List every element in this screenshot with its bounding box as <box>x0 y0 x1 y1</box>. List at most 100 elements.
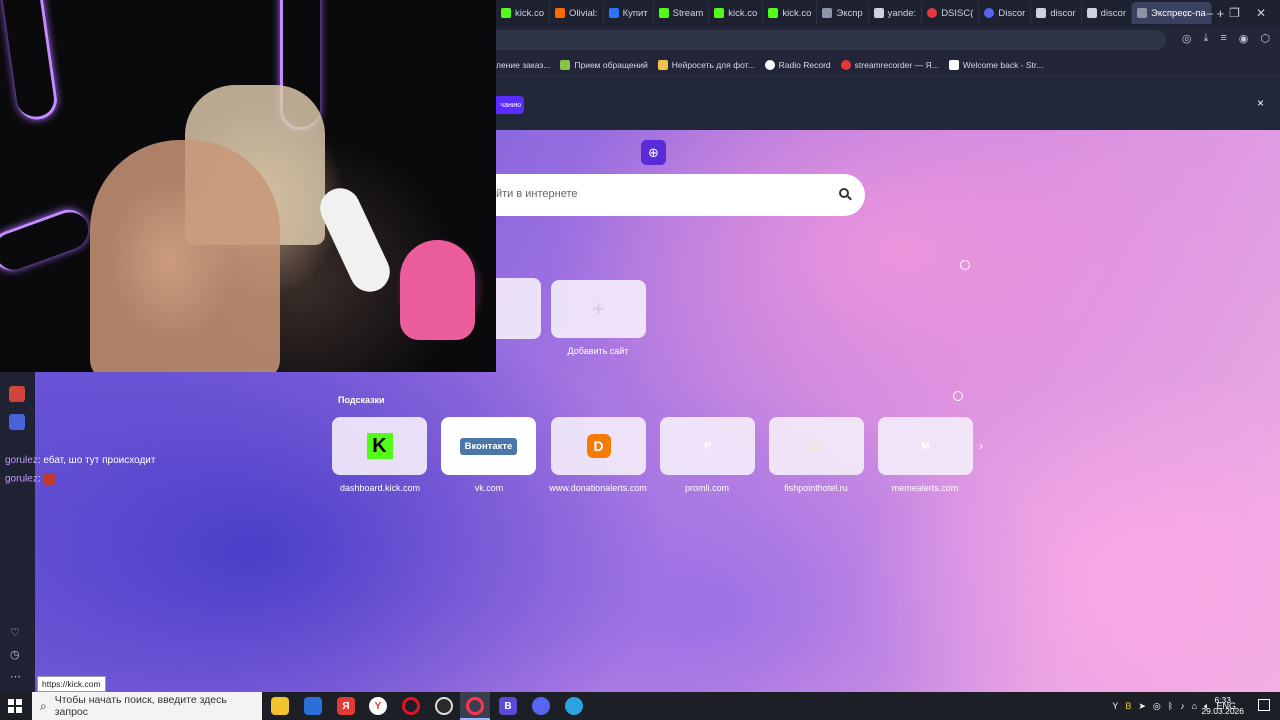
notice-close-button[interactable]: × <box>1257 96 1264 110</box>
bookmark[interactable]: ление заказ... <box>496 60 550 70</box>
taskbar-search[interactable]: ⌕ Чтобы начать поиск, введите здесь запр… <box>32 692 262 720</box>
extension-icon[interactable]: ⬡ <box>1260 32 1270 45</box>
clock-time: 6:33 <box>1214 695 1231 705</box>
opera-gx-icon[interactable] <box>466 697 484 715</box>
side-panel: ♡ ◷ ⋯ <box>0 372 35 692</box>
document-icon <box>1086 8 1097 18</box>
more-icon[interactable]: ⋯ <box>10 670 21 683</box>
chat-message: gorulez: <box>5 473 56 485</box>
suggestion-label: dashboard.kick.com <box>339 483 421 493</box>
tab[interactable]: Экспр <box>817 2 869 24</box>
notice-action-button[interactable]: чанию <box>496 96 524 114</box>
file-explorer-icon[interactable] <box>271 697 289 715</box>
memealerts-logo: M <box>921 440 930 452</box>
suggestion-tile[interactable]: P <box>660 417 755 475</box>
suggestion-tile[interactable]: K <box>332 417 427 475</box>
kick-logo: K <box>366 433 393 459</box>
suggestion-tile[interactable]: ◌ <box>769 417 864 475</box>
tab[interactable]: Stream <box>654 2 710 24</box>
neon-light <box>0 204 94 276</box>
radio-icon <box>764 59 775 70</box>
store-icon[interactable] <box>304 697 322 715</box>
suggestion-tile[interactable]: M <box>878 417 973 475</box>
opera-icon[interactable] <box>402 697 420 715</box>
bookmark[interactable]: Нейросеть для фот... <box>657 59 755 70</box>
tab[interactable]: kick.co <box>709 2 764 24</box>
smile-icon[interactable] <box>960 260 970 270</box>
document-icon <box>948 59 959 70</box>
suggestion-label: memealerts.com <box>891 483 959 493</box>
network-icon[interactable]: ⌂ <box>1192 701 1197 711</box>
chat-username: gorulez <box>5 473 38 485</box>
fishpoint-logo: ◌ <box>811 435 822 456</box>
search-icon: ⌕ <box>40 698 47 713</box>
address-field[interactable] <box>496 30 1166 50</box>
tab[interactable]: yande: <box>869 2 923 24</box>
notifications-icon[interactable] <box>1258 699 1270 711</box>
globe-icon[interactable]: ⊕ <box>641 140 666 165</box>
kick-app-icon[interactable] <box>9 386 25 402</box>
donationalerts-logo: D <box>586 434 611 458</box>
search-icon[interactable]: ⌕ <box>1184 6 1191 21</box>
tab[interactable]: Купит <box>604 2 654 24</box>
close-icon[interactable]: ✕ <box>1256 6 1266 20</box>
camera-icon[interactable]: ◎ <box>1182 32 1192 45</box>
plush-toy <box>400 240 475 340</box>
add-site-tile[interactable]: + <box>551 280 646 338</box>
audio-icon[interactable]: ♪ <box>1180 701 1185 711</box>
minimize-icon[interactable]: – <box>1206 6 1213 20</box>
window-controls: ⌕ – ❐ ✕ <box>1184 0 1280 26</box>
chevron-right-icon[interactable]: › <box>979 439 983 453</box>
heart-icon[interactable]: ♡ <box>10 626 20 639</box>
clock-date: 29.03.2026 <box>1201 706 1244 716</box>
discord-app-icon[interactable] <box>9 414 25 430</box>
bookmark[interactable]: Прием обращений <box>560 59 648 70</box>
tab[interactable]: DSISC( <box>922 2 980 24</box>
suggestion-tile[interactable]: D <box>551 417 646 475</box>
yandex-icon[interactable]: Я <box>337 697 355 715</box>
telegram-icon[interactable] <box>565 697 583 715</box>
tab[interactable]: Discor <box>979 2 1032 24</box>
suggestion-tile[interactable]: Вконтакте <box>441 417 536 475</box>
maximize-icon[interactable]: ❐ <box>1229 6 1240 20</box>
steam-icon[interactable]: ◎ <box>1153 701 1161 712</box>
smile-icon[interactable] <box>953 391 963 401</box>
chat-message: gorulez: ебат, шо тут происходит <box>5 455 155 466</box>
tab[interactable]: discor <box>1082 2 1132 24</box>
tab[interactable]: kick.co <box>496 2 551 24</box>
vk-tray-icon[interactable]: B <box>1125 701 1131 711</box>
status-url-tooltip: https://kick.com <box>37 676 106 692</box>
menu-icon[interactable]: ≡ <box>1220 32 1226 45</box>
tab[interactable]: kick.co <box>763 2 818 24</box>
profile-icon[interactable]: ◉ <box>1239 32 1249 45</box>
telegram-tray-icon[interactable]: ➤ <box>1138 701 1146 712</box>
tab-favicon <box>501 8 511 18</box>
address-bar-row: ◎ ⤓ ≡ ◉ ⬡ <box>496 26 1280 54</box>
discord-icon[interactable] <box>532 697 550 715</box>
bookmark[interactable]: Radio Record <box>764 59 831 70</box>
tab[interactable]: Olivial: <box>550 2 604 24</box>
chat-text: : ебат, шо тут происходит <box>37 455 156 466</box>
search-box[interactable]: йти в интернете <box>496 174 865 216</box>
bluetooth-icon[interactable]: ᛒ <box>1168 701 1173 711</box>
search-icon[interactable] <box>839 188 849 198</box>
plus-icon: + <box>592 296 605 321</box>
obs-icon[interactable] <box>435 697 453 715</box>
windows-start-icon[interactable] <box>8 699 22 713</box>
clock-icon[interactable]: ◷ <box>10 648 20 661</box>
yandex-tray-icon[interactable]: Y <box>1112 701 1118 711</box>
speed-dial-tile[interactable] <box>496 278 541 339</box>
suggestion-label: www.donationalerts.com <box>549 483 647 493</box>
taskbar: ⌕ Чтобы начать поиск, введите здесь запр… <box>0 692 1280 720</box>
vk-app-icon[interactable]: В <box>499 697 517 715</box>
tab-favicon <box>927 8 938 18</box>
yandex-browser-icon[interactable]: Y <box>369 697 387 715</box>
tab[interactable]: discor <box>1031 2 1082 24</box>
microphone <box>313 181 397 299</box>
bookmarks-bar: ление заказ... Прием обращений Нейросеть… <box>496 54 1280 76</box>
discord-icon <box>984 8 995 18</box>
download-icon[interactable]: ⤓ <box>1203 32 1208 45</box>
bookmark[interactable]: streamrecorder — Я... <box>840 59 939 70</box>
clock[interactable]: 6:33 29.03.2026 <box>1201 695 1244 717</box>
bookmark[interactable]: Welcome back - Str... <box>948 59 1043 70</box>
